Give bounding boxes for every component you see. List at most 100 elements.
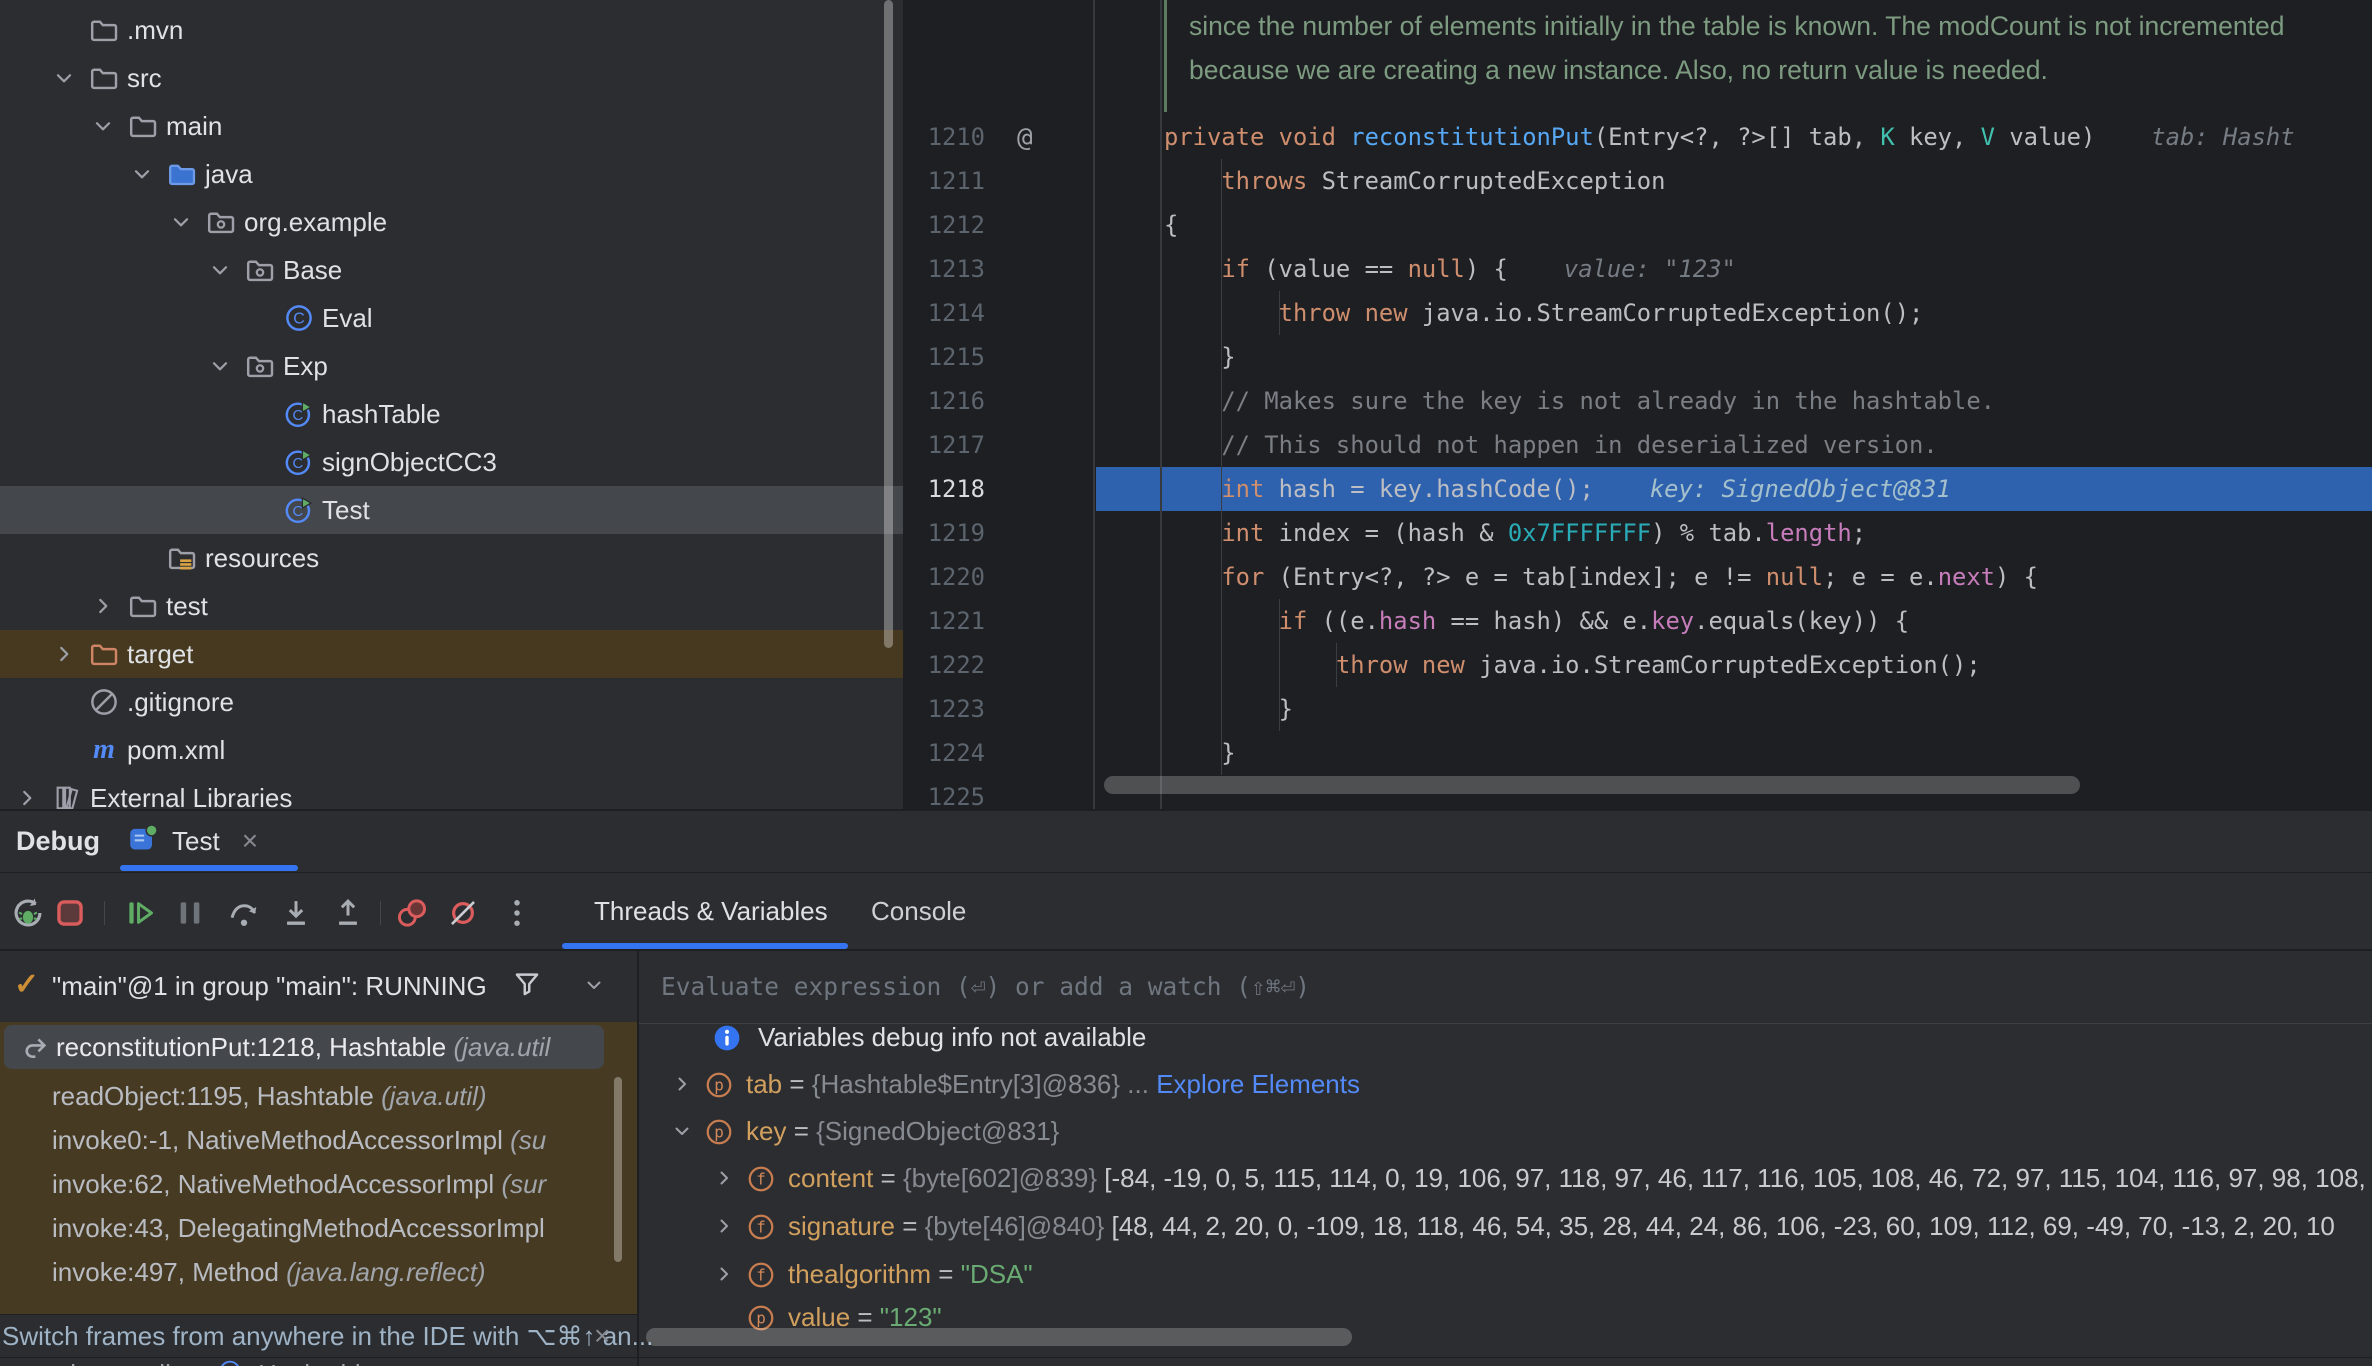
tab-threads-variables[interactable]: Threads & Variables — [594, 873, 828, 949]
close-icon[interactable]: × — [594, 1315, 610, 1357]
breadcrumb-class[interactable]: Hashtable — [258, 1359, 375, 1366]
frame-row[interactable]: invoke:43, DelegatingMethodAccessorImpl — [0, 1206, 637, 1250]
frame-row[interactable]: readObject:1195, Hashtable (java.util) — [0, 1074, 637, 1118]
line-number-1219[interactable]: 1219 — [905, 511, 985, 555]
tree-item-src[interactable]: src — [0, 54, 903, 102]
step-into-button[interactable] — [277, 894, 315, 932]
chevron-right-icon[interactable] — [710, 1164, 738, 1192]
frame-row[interactable]: invoke0:-1, NativeMethodAccessorImpl (su — [0, 1118, 637, 1162]
line-number-1211[interactable]: 1211 — [905, 159, 985, 203]
variable-row-tab[interactable]: ptab = {Hashtable$Entry[3]@836} ... Expl… — [639, 1062, 2372, 1106]
chevron-right-icon[interactable] — [710, 1260, 738, 1288]
project-scrollbar[interactable] — [884, 0, 893, 648]
line-number-1223[interactable]: 1223 — [905, 687, 985, 731]
variable-row-key[interactable]: pkey = {SignedObject@831} — [639, 1109, 2372, 1153]
breadcrumb-segment[interactable]: util — [138, 1359, 171, 1366]
tree-item-label: test — [166, 582, 208, 630]
info-row[interactable]: Variables debug info not available — [639, 1015, 2372, 1059]
chevron-down-icon[interactable] — [127, 159, 157, 189]
tree-item-java[interactable]: java — [0, 150, 903, 198]
chevron-right-icon[interactable] — [88, 591, 118, 621]
svg-text:C: C — [293, 311, 305, 328]
resume-button[interactable] — [121, 894, 159, 932]
step-over-button[interactable] — [225, 894, 263, 932]
stop-button[interactable] — [51, 894, 89, 932]
tree-item-eval[interactable]: CEval — [0, 294, 903, 342]
evaluate-expression-field[interactable]: Evaluate expression (⏎) or add a watch (… — [639, 951, 2372, 1024]
chevron-right-icon[interactable] — [49, 639, 79, 669]
more-options-button[interactable] — [498, 894, 536, 932]
line-number-1210[interactable]: 1210 — [905, 115, 985, 159]
variables-horizontal-scrollbar[interactable] — [646, 1328, 1352, 1346]
chevron-right-icon[interactable] — [12, 783, 42, 809]
gutter-annotation-icon[interactable]: @ — [1017, 115, 1033, 159]
filter-icon[interactable] — [512, 969, 542, 1004]
explore-elements-link[interactable]: Explore Elements — [1156, 1069, 1360, 1099]
tree-item-label: java — [205, 150, 253, 198]
variable-row-signature[interactable]: fsignature = {byte[46]@840} [48, 44, 2, … — [639, 1204, 2372, 1248]
tree-item-exp[interactable]: Exp — [0, 342, 903, 390]
chevron-down-icon[interactable] — [166, 207, 196, 237]
tab-console[interactable]: Console — [871, 873, 966, 949]
frame-row[interactable]: invoke:497, Method (java.lang.reflect) — [0, 1250, 637, 1294]
mute-breakpoints-button[interactable] — [444, 894, 482, 932]
chevron-down-icon[interactable] — [584, 975, 604, 1000]
frame-row[interactable]: reconstitutionPut:1218, Hashtable (java.… — [4, 1025, 604, 1069]
variable-row-content[interactable]: fcontent = {byte[602]@839} [-84, -19, 0,… — [639, 1156, 2372, 1200]
tree-item--gitignore[interactable]: .gitignore — [0, 678, 903, 726]
breadcrumb-separator-icon: > — [106, 1359, 121, 1366]
chevron-down-icon[interactable] — [205, 351, 235, 381]
code-editor[interactable]: since the number of elements initially i… — [905, 0, 2372, 809]
thread-status-row[interactable]: ✓ "main"@1 in group "main": RUNNING — [0, 951, 637, 1022]
info-icon — [712, 1022, 742, 1052]
tree-item-external-libraries[interactable]: External Libraries — [0, 774, 903, 809]
line-number-1213[interactable]: 1213 — [905, 247, 985, 291]
folder-blue-icon — [166, 158, 198, 190]
line-number-1218[interactable]: 1218 — [905, 467, 985, 511]
chevron-right-icon[interactable] — [668, 1070, 696, 1098]
breadcrumb-segment[interactable]: s — [10, 1359, 23, 1366]
line-number-1217[interactable]: 1217 — [905, 423, 985, 467]
tree-item-hashtable[interactable]: ChashTable — [0, 390, 903, 438]
view-breakpoints-button[interactable] — [393, 894, 431, 932]
tree-item-base[interactable]: Base — [0, 246, 903, 294]
tree-item-org-example[interactable]: org.example — [0, 198, 903, 246]
breadcrumb-segment[interactable]: io — [70, 1359, 90, 1366]
tree-item-label: pom.xml — [127, 726, 225, 774]
line-number-1212[interactable]: 1212 — [905, 203, 985, 247]
line-number-1220[interactable]: 1220 — [905, 555, 985, 599]
code-line-1218: int hash = key.hashCode();key: SignedObj… — [1164, 467, 1951, 511]
line-number-1215[interactable]: 1215 — [905, 335, 985, 379]
tree-item-main[interactable]: main — [0, 102, 903, 150]
chevron-down-icon[interactable] — [49, 63, 79, 93]
editor-horizontal-scrollbar[interactable] — [1104, 776, 2080, 794]
rerun-debug-button[interactable] — [9, 894, 47, 932]
tree-item-test[interactable]: test — [0, 582, 903, 630]
chevron-down-icon[interactable] — [668, 1117, 696, 1145]
line-number-1221[interactable]: 1221 — [905, 599, 985, 643]
line-number-1216[interactable]: 1216 — [905, 379, 985, 423]
tree-item-pom-xml[interactable]: mpom.xml — [0, 726, 903, 774]
chevron-down-icon[interactable] — [88, 111, 118, 141]
close-icon[interactable]: × — [234, 825, 258, 857]
tree-item-signobjectcc3[interactable]: CsignObjectCC3 — [0, 438, 903, 486]
line-number-1224[interactable]: 1224 — [905, 731, 985, 775]
frames-scrollbar[interactable] — [614, 1077, 622, 1262]
pause-button[interactable] — [171, 894, 209, 932]
variable-row-thealgorithm[interactable]: fthealgorithm = "DSA" — [639, 1252, 2372, 1296]
field-icon: f — [746, 1259, 776, 1289]
line-number-1214[interactable]: 1214 — [905, 291, 985, 335]
step-out-button[interactable] — [329, 894, 367, 932]
tree-item-target[interactable]: target — [0, 630, 903, 678]
breadcrumb[interactable]: s>io>util>CHashtable — [10, 1359, 375, 1366]
tree-item-test[interactable]: CTest — [0, 486, 903, 534]
frame-row[interactable]: invoke:62, NativeMethodAccessorImpl (sur — [0, 1162, 637, 1206]
tree-item-resources[interactable]: resources — [0, 534, 903, 582]
chevron-down-icon[interactable] — [205, 255, 235, 285]
line-number-1222[interactable]: 1222 — [905, 643, 985, 687]
debug-session-tab[interactable]: Test × — [128, 811, 258, 871]
chevron-right-icon[interactable] — [710, 1212, 738, 1240]
tree-item--mvn[interactable]: .mvn — [0, 6, 903, 54]
project-tree-panel[interactable]: .mvnsrcmainjavaorg.exampleBaseCEvalExpCh… — [0, 0, 905, 809]
package-icon — [205, 206, 237, 238]
